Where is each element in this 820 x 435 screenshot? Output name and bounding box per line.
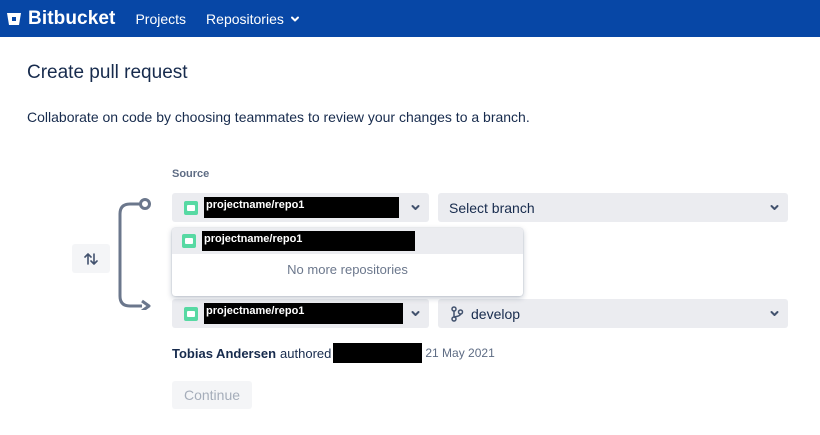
nav-projects-label: Projects (135, 10, 187, 27)
source-repository-value: projectname/repo1 (204, 197, 399, 218)
nav-repositories-label: Repositories (206, 10, 284, 27)
chevron-down-icon (770, 205, 779, 210)
repository-icon (184, 306, 198, 321)
source-destination-connector-icon (118, 198, 151, 310)
top-navigation: Bitbucket Projects Repositories (0, 0, 820, 37)
repository-option-label: projectname/repo1 (202, 231, 415, 251)
page-title: Create pull request (27, 62, 188, 83)
chevron-down-icon (770, 311, 779, 316)
redacted-commit (333, 343, 423, 363)
nav-projects[interactable]: Projects (135, 11, 186, 27)
bitbucket-logo[interactable]: Bitbucket (6, 8, 115, 30)
source-branch-select[interactable]: Select branch (438, 193, 788, 222)
repository-dropdown-menu: projectname/repo1 No more repositories (172, 228, 523, 296)
branch-icon (451, 305, 464, 322)
continue-button[interactable]: Continue (172, 381, 252, 409)
nav-repositories[interactable]: Repositories (206, 11, 300, 27)
commit-date: 21 May 2021 (425, 346, 495, 360)
page-description: Collaborate on code by choosing teammate… (27, 109, 530, 125)
chevron-down-icon (411, 311, 420, 316)
repository-icon (182, 234, 196, 248)
swap-arrows-icon (84, 252, 98, 265)
source-branch-placeholder: Select branch (449, 199, 535, 216)
destination-branch-value: develop (471, 305, 521, 322)
destination-branch-select[interactable]: develop (438, 299, 788, 328)
bitbucket-icon (7, 12, 21, 25)
repository-icon (184, 200, 198, 215)
chevron-down-icon (290, 16, 299, 21)
authored-label: authored (280, 345, 332, 361)
destination-repository-value: projectname/repo1 (204, 303, 403, 324)
source-label: Source (172, 168, 210, 180)
swap-branches-button[interactable] (72, 244, 110, 273)
chevron-down-icon (411, 205, 420, 210)
destination-repository-select[interactable]: projectname/repo1 (172, 299, 429, 328)
commit-author-line: Tobias Andersen authored 21 May 2021 (172, 343, 495, 363)
repository-option[interactable]: projectname/repo1 (172, 228, 523, 254)
no-more-repositories-text: No more repositories (287, 262, 408, 277)
source-repository-select[interactable]: projectname/repo1 (172, 193, 429, 222)
author-name: Tobias Andersen (172, 345, 277, 361)
brand-name: Bitbucket (28, 7, 116, 29)
